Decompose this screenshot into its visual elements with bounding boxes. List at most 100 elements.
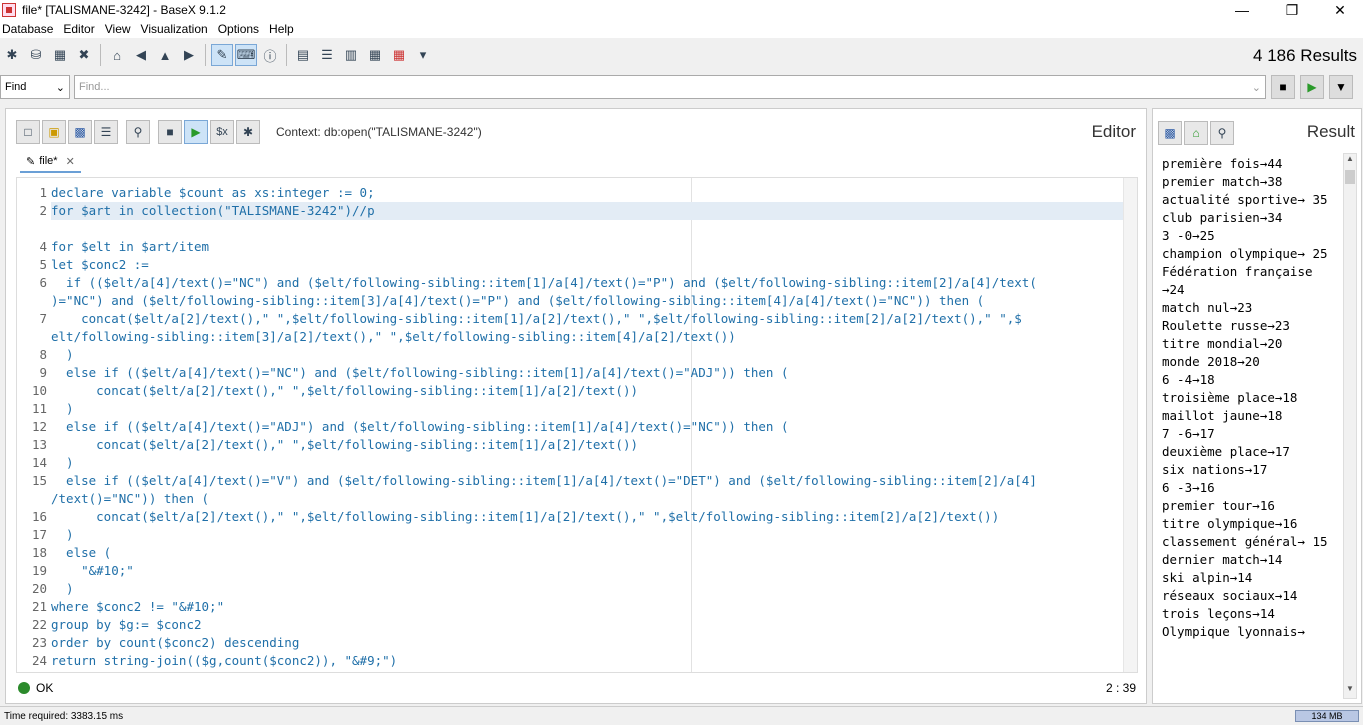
find-mode-select[interactable]: Find ⌄ [0, 75, 70, 99]
code-line[interactable]: concat($elt/a[2]/text()," ",$elt/followi… [51, 382, 1123, 400]
menu-editor[interactable]: Editor [61, 22, 96, 36]
result-item: dernier match→14 [1162, 552, 1283, 567]
line-number: 21 [31, 599, 47, 614]
code-line[interactable]: else ( [51, 544, 1123, 562]
forward-icon[interactable]: ▶ [178, 44, 200, 66]
code-line[interactable]: for $art in collection("TALISMANE-3242")… [51, 202, 1123, 220]
chevron-down-icon: ⌄ [55, 81, 65, 94]
result-toggle-icon[interactable]: ⌨ [235, 44, 257, 66]
code-line[interactable]: ) [51, 580, 1123, 598]
open-database-icon[interactable]: ⛁ [25, 44, 47, 66]
code-line[interactable]: concat($elt/a[2]/text()," ",$elt/followi… [51, 436, 1123, 454]
close-database-icon[interactable]: ✖ [73, 44, 95, 66]
code-line[interactable]: for $elt in $art/item [51, 238, 1123, 256]
code-line[interactable]: order by count($conc2) descending [51, 634, 1123, 652]
code-line[interactable]: let $conc2 := [51, 256, 1123, 274]
code-line[interactable]: declare variable $count as xs:integer :=… [51, 184, 1123, 202]
line-number [17, 292, 47, 310]
editor-toggle-icon[interactable]: ✎ [211, 44, 233, 66]
code-line[interactable]: where $conc2 != "&#10;" [51, 598, 1123, 616]
tree-view-icon[interactable]: ☰ [316, 44, 338, 66]
scroll-thumb[interactable] [1345, 170, 1355, 184]
variables-icon[interactable]: $x [210, 120, 234, 144]
new-database-icon[interactable]: ✱ [1, 44, 23, 66]
stop-icon[interactable]: ■ [1271, 75, 1295, 99]
code-line[interactable]: else if (($elt/a[4]/text()="ADJ") and ($… [51, 418, 1123, 436]
memory-indicator[interactable]: 134 MB [1295, 710, 1359, 722]
stop-icon[interactable]: ■ [158, 120, 182, 144]
menu-view[interactable]: View [103, 22, 133, 36]
search-icon[interactable]: ⚲ [1210, 121, 1234, 145]
map-view-icon[interactable]: ▤ [292, 44, 314, 66]
find-mode-label: Find [5, 81, 27, 93]
result-item: titre mondial→20 [1162, 336, 1283, 351]
run-icon[interactable]: ▶ [1300, 75, 1324, 99]
save-result-icon[interactable]: ▩ [1158, 121, 1182, 145]
close-button[interactable]: ✕ [1317, 0, 1363, 20]
toolbar-separator [205, 44, 206, 66]
minimize-button[interactable]: — [1219, 0, 1265, 20]
result-item: 3 -0→25 [1162, 228, 1215, 243]
code-line[interactable]: "&#10;" [51, 562, 1123, 580]
code-line[interactable]: ) [51, 400, 1123, 418]
folder-view-icon[interactable]: ▥ [340, 44, 362, 66]
history-icon[interactable]: ☰ [94, 120, 118, 144]
scroll-down-icon[interactable]: ▼ [1344, 684, 1356, 698]
status-label: OK [36, 681, 54, 695]
find-placeholder: Find... [79, 81, 110, 93]
home-icon[interactable]: ⌂ [1184, 121, 1208, 145]
scroll-up-icon[interactable]: ▲ [1344, 154, 1356, 168]
run-query-icon[interactable]: ▶ [184, 120, 208, 144]
code-line[interactable]: /text()="NC")) then ( [51, 490, 1123, 508]
code-line[interactable]: ) [51, 454, 1123, 472]
maximize-button[interactable]: ❐ [1269, 0, 1315, 20]
line-number: 2 [39, 203, 47, 218]
close-icon[interactable]: ✕ [66, 155, 75, 168]
save-file-icon[interactable]: ▩ [68, 120, 92, 144]
code-line[interactable]: if (($elt/a[4]/text()="NC") and ($elt/fo… [51, 274, 1123, 292]
find-input[interactable]: Find... ⌄ [74, 75, 1266, 99]
editor-scrollbar[interactable] [1123, 178, 1137, 672]
code-line[interactable]: return string-join(($g,count($conc2)), "… [51, 652, 1123, 670]
tab-file[interactable]: ✎ file* ✕ [20, 151, 81, 173]
code-line[interactable]: group by $g:= $conc2 [51, 616, 1123, 634]
code-line[interactable]: )="NC") and ($elt/following-sibling::ite… [51, 292, 1123, 310]
code-line[interactable]: concat($elt/a[2]/text()," ",$elt/followi… [51, 508, 1123, 526]
code-text[interactable]: declare variable $count as xs:integer :=… [51, 184, 1123, 670]
code-line[interactable] [51, 220, 1123, 238]
result-item: monde 2018→20 [1162, 354, 1260, 369]
up-icon[interactable]: ▲ [154, 44, 176, 66]
result-item: première fois→44 [1162, 156, 1283, 171]
code-line[interactable]: ) [51, 526, 1123, 544]
code-line[interactable]: elt/following-sibling::item[3]/a[2]/text… [51, 328, 1123, 346]
menu-visualization[interactable]: Visualization [139, 22, 210, 36]
info-icon[interactable]: ⓘ [259, 44, 281, 66]
result-item: 7 -6→17 [1162, 426, 1215, 441]
result-item: champion olympique→ 25 [1162, 246, 1328, 261]
table-view-icon[interactable]: ▦ [388, 44, 410, 66]
window-title: file* [TALISMANE-3242] - BaseX 9.1.2 [22, 3, 226, 17]
home-icon[interactable]: ⌂ [106, 44, 128, 66]
plot-view-icon[interactable]: ▦ [364, 44, 386, 66]
debug-icon[interactable]: ✱ [236, 120, 260, 144]
line-number [17, 328, 47, 346]
search-icon[interactable]: ⚲ [126, 120, 150, 144]
properties-icon[interactable]: ▦ [49, 44, 71, 66]
code-line[interactable]: concat($elt/a[2]/text()," ",$elt/followi… [51, 310, 1123, 328]
result-item: 6 -3→16 [1162, 480, 1215, 495]
menu-database[interactable]: Database [0, 22, 55, 36]
result-list[interactable]: première fois→44 premier match→38 actualit… [1162, 155, 1337, 641]
menu-help[interactable]: Help [267, 22, 296, 36]
code-line[interactable]: else if (($elt/a[4]/text()="V") and ($el… [51, 472, 1123, 490]
result-scrollbar[interactable]: ▲ ▼ [1343, 153, 1357, 699]
menu-options[interactable]: Options [216, 22, 261, 36]
back-icon[interactable]: ◀ [130, 44, 152, 66]
code-line[interactable]: ) [51, 346, 1123, 364]
code-line[interactable]: else if (($elt/a[4]/text()="NC") and ($e… [51, 364, 1123, 382]
more-views-icon[interactable]: ▾ [412, 44, 434, 66]
code-editor[interactable]: 1 2 4 5 6 7 8 9 10 11 12 13 14 15 16 17 18 19 20 21 22 23 24 d… [16, 177, 1138, 673]
line-gutter: 1 2 4 5 6 7 8 9 10 11 12 13 14 15 16 17 18 19 20 21 22 23 24 [17, 184, 47, 670]
open-file-icon[interactable]: ▣ [42, 120, 66, 144]
filter-icon[interactable]: ▼ [1329, 75, 1353, 99]
new-file-icon[interactable]: □ [16, 120, 40, 144]
